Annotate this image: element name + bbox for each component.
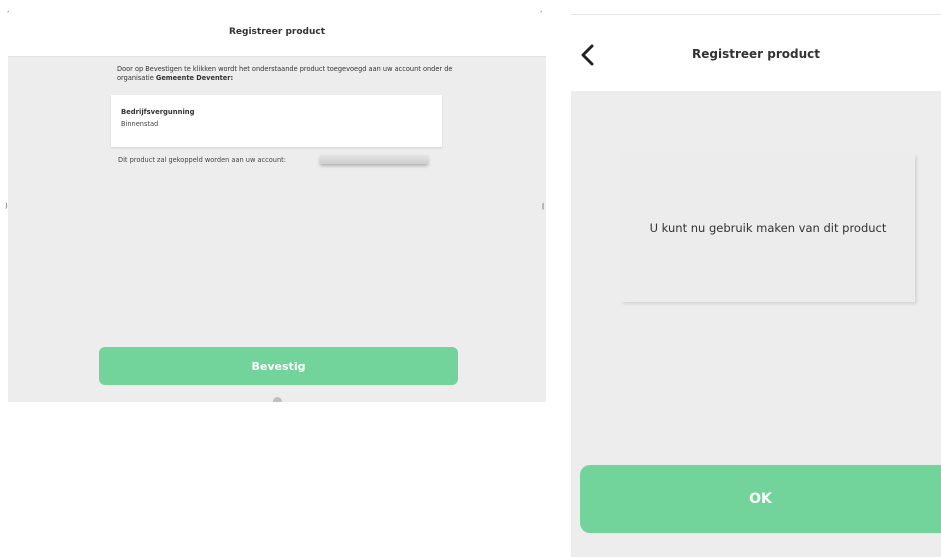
- registration-success-screen: Registreer product U kunt nu gebruik mak…: [571, 14, 941, 557]
- product-name: Bedrijfsvergunning: [121, 108, 195, 116]
- intro-text: Door op Bevestigen te klikken wordt het …: [117, 65, 457, 83]
- product-location: Binnenstad: [121, 120, 159, 128]
- header-bar: Registreer product: [8, 6, 546, 57]
- header-bar: Registreer product: [571, 14, 941, 91]
- success-message: U kunt nu gebruik maken van dit product: [649, 221, 887, 235]
- page-title: Registreer product: [692, 47, 820, 61]
- ok-button[interactable]: OK: [580, 465, 941, 533]
- edge-mark: ǀ: [542, 202, 545, 210]
- confirm-registration-screen: Registreer product Door op Bevestigen te…: [8, 6, 546, 402]
- edge-mark: ): [5, 202, 8, 210]
- home-indicator: [273, 397, 282, 402]
- page-title: Registreer product: [229, 27, 325, 37]
- message-card: U kunt nu gebruik maken van dit product: [621, 154, 915, 302]
- edge-mark: ʼ: [540, 10, 543, 18]
- screenshot-stage: Registreer product Door op Bevestigen te…: [0, 0, 941, 557]
- account-text: Dit product zal gekoppeld worden aan uw …: [118, 156, 286, 164]
- product-card: Bedrijfsvergunning Binnenstad: [111, 95, 442, 147]
- confirm-button[interactable]: Bevestig: [99, 347, 458, 385]
- redacted-account: [320, 155, 428, 164]
- organisation-name: Gemeente Deventer:: [155, 74, 234, 82]
- edge-mark: ʼ: [7, 10, 10, 18]
